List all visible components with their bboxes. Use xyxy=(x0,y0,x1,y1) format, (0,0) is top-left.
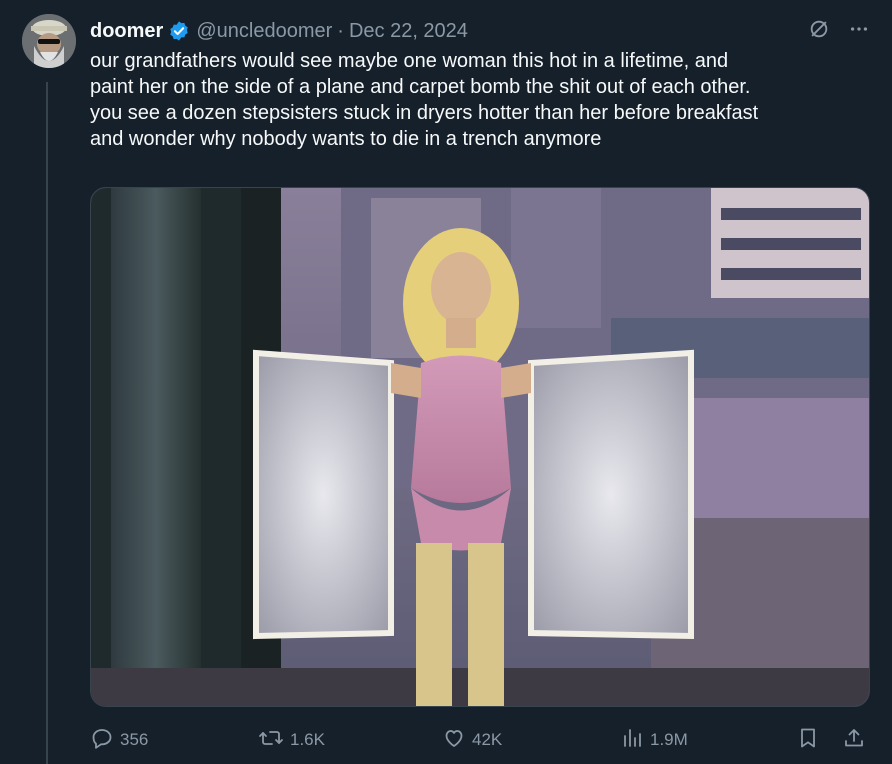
tweet: doomer @uncledoomer · Dec 22, 2024 our g… xyxy=(0,0,892,764)
tweet-text-line: you see a dozen stepsisters stuck in dry… xyxy=(90,102,759,124)
display-name[interactable]: doomer xyxy=(90,20,163,43)
share-button[interactable] xyxy=(842,726,866,755)
header-actions xyxy=(808,18,870,45)
user-handle[interactable]: @uncledoomer xyxy=(196,20,332,43)
media-image[interactable] xyxy=(90,187,870,707)
reply-button[interactable]: 356 xyxy=(90,726,148,755)
share-icon xyxy=(842,726,866,755)
more-dots-icon[interactable] xyxy=(848,18,870,45)
grok-slash-icon[interactable] xyxy=(808,18,830,45)
tweet-text-line: and wonder why nobody wants to die in a … xyxy=(90,128,602,150)
like-count: 42K xyxy=(472,730,503,749)
post-header: doomer @uncledoomer · Dec 22, 2024 xyxy=(90,18,468,44)
heart-icon xyxy=(442,726,466,755)
tweet-text: our grandfathers would see maybe one wom… xyxy=(90,48,880,152)
views-button[interactable]: 1.9M xyxy=(620,726,688,755)
bookmark-icon xyxy=(796,726,820,755)
like-button[interactable]: 42K xyxy=(442,726,502,755)
action-bar: 356 1.6K 42K 1.9M xyxy=(90,724,872,756)
repost-count: 1.6K xyxy=(290,730,325,749)
repost-icon xyxy=(258,726,284,755)
repost-button[interactable]: 1.6K xyxy=(258,726,325,755)
views-count: 1.9M xyxy=(650,730,688,749)
thread-line xyxy=(46,82,48,764)
reply-count: 356 xyxy=(120,730,149,749)
header-separator: · xyxy=(337,19,344,42)
avatar[interactable] xyxy=(22,14,76,68)
verified-badge-icon xyxy=(168,20,190,42)
views-chart-icon xyxy=(620,726,644,755)
bookmark-button[interactable] xyxy=(796,726,820,755)
tweet-text-line: paint her on the side of a plane and car… xyxy=(90,76,751,98)
tweet-text-line: our grandfathers would see maybe one wom… xyxy=(90,50,729,72)
reply-icon xyxy=(90,726,114,755)
post-date[interactable]: Dec 22, 2024 xyxy=(349,20,468,43)
